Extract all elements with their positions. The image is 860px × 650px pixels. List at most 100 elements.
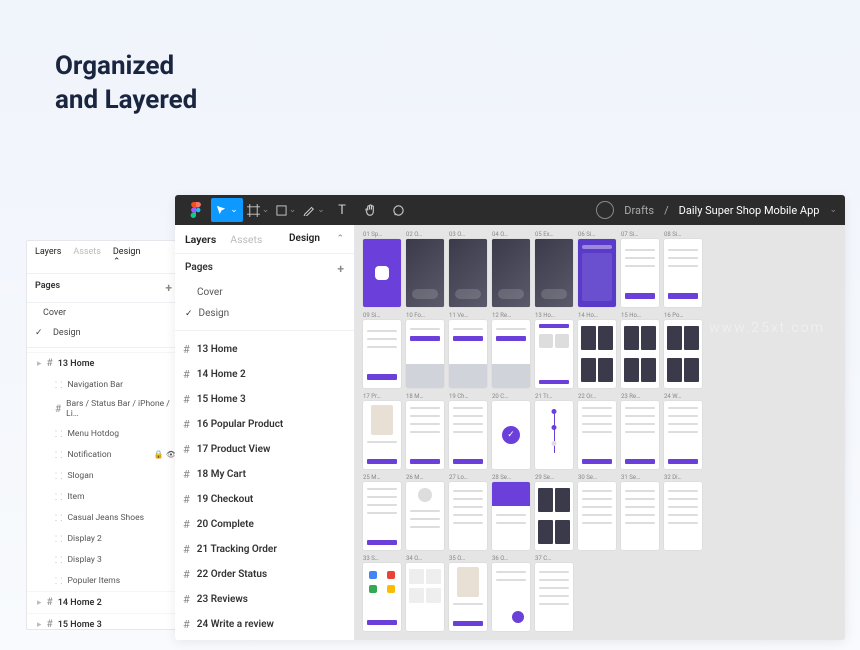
frame-item[interactable]: #16 Popular Product [175, 412, 354, 437]
artboard[interactable]: 22 Or… [578, 393, 616, 469]
artboard[interactable]: 07 Si… [621, 231, 659, 307]
chevron-down-icon[interactable]: ⌄ [829, 205, 837, 215]
tab-assets[interactable]: Assets [230, 233, 262, 246]
bg-sub-item[interactable]: ⸬Item [27, 486, 180, 507]
artboard[interactable]: 20 C… [492, 393, 530, 469]
artboard-label: 03 O… [449, 231, 487, 238]
figma-toolbar: ⌄ ⌄ ⌄ ⌄ T Drafts / Daily Super Shop Mobi… [175, 195, 845, 225]
tab-layers[interactable]: Layers [185, 233, 216, 246]
frame-icon: # [183, 518, 190, 531]
tab-design[interactable]: Design ⌃ [289, 233, 344, 246]
artboard[interactable]: 37 C… [535, 555, 573, 631]
artboard[interactable]: 13 Ho… [535, 312, 573, 388]
tab-assets[interactable]: Assets [73, 247, 101, 267]
artboard[interactable]: 01 Sp… [363, 231, 401, 307]
artboard[interactable]: 28 Se… [492, 474, 530, 550]
frame-item[interactable]: #19 Checkout [175, 487, 354, 512]
pages-label: Pages [35, 281, 60, 295]
artboard[interactable]: 11 Ve… [449, 312, 487, 388]
frame-item[interactable]: #24 Write a review [175, 612, 354, 637]
artboard[interactable]: 05 Ex… [535, 231, 573, 307]
frame-item[interactable]: #20 Complete [175, 512, 354, 537]
pen-tool-icon[interactable]: ⌄ [301, 198, 327, 222]
artboard-label: 07 Si… [621, 231, 659, 238]
shape-tool-icon[interactable]: ⌄ [273, 198, 299, 222]
bg-sub-notif[interactable]: ⸬Notification🔒 👁 [27, 444, 180, 465]
frame-item[interactable]: #22 Order Status [175, 562, 354, 587]
frame-item[interactable]: #25 Menu [175, 637, 354, 640]
figma-canvas[interactable]: 01 Sp…02 O… 03 O… 04 O…05 Ex…06 Si… 07 Si… 0… [355, 225, 845, 640]
artboard[interactable]: 18 M… [406, 393, 444, 469]
frame-item[interactable]: #23 Reviews [175, 587, 354, 612]
artboard[interactable]: 09 Si… [363, 312, 401, 388]
figma-logo-icon[interactable] [183, 198, 209, 222]
artboard[interactable]: 16 Po… [664, 312, 702, 388]
artboard-label: 17 Pr… [363, 393, 401, 400]
artboard[interactable]: 10 Fo… [406, 312, 444, 388]
page-cover[interactable]: Cover [175, 282, 354, 303]
tab-layers[interactable]: Layers [35, 247, 61, 267]
bg-frame-13[interactable]: ▸#13 Home [27, 352, 180, 374]
bg-sub-casual[interactable]: ⸬Casual Jeans Shoes [27, 507, 180, 528]
artboard[interactable]: 19 Ch… [449, 393, 487, 469]
frame-item[interactable]: #17 Product View [175, 437, 354, 462]
artboard[interactable]: 08 Si… [664, 231, 702, 307]
bg-sub-menu[interactable]: ⸬Menu Hotdog [27, 423, 180, 444]
breadcrumb-drafts[interactable]: Drafts [624, 204, 654, 217]
bg-page-design[interactable]: ✓ Design [27, 323, 180, 343]
artboard[interactable]: 32 Di… [664, 474, 702, 550]
artboard[interactable]: 02 O… [406, 231, 444, 307]
frame-label: 22 Order Status [197, 569, 267, 580]
heading-line-1: Organized [55, 51, 174, 81]
bg-sub-slogan[interactable]: ⸬Slogan [27, 465, 180, 486]
artboard[interactable]: 29 Se… [535, 474, 573, 550]
artboard-label: 18 M… [406, 393, 444, 400]
breadcrumb-file[interactable]: Daily Super Shop Mobile App [679, 204, 820, 217]
frame-item[interactable]: #18 My Cart [175, 462, 354, 487]
artboard[interactable]: 03 O… [449, 231, 487, 307]
bg-sub-nav[interactable]: ⸬Navigation Bar [27, 374, 180, 395]
artboard[interactable]: 06 Si… [578, 231, 616, 307]
bg-page-cover[interactable]: Cover [27, 303, 180, 323]
artboard[interactable]: 17 Pr… [363, 393, 401, 469]
artboard[interactable]: 33 S… [363, 555, 401, 631]
bg-frame-15[interactable]: ▸#15 Home 3 [27, 613, 180, 630]
artboard[interactable]: 25 M… [363, 474, 401, 550]
frame-item[interactable]: #15 Home 3 [175, 387, 354, 412]
artboard[interactable]: 14 Ho… [578, 312, 616, 388]
bg-frame-14[interactable]: ▸#14 Home 2 [27, 591, 180, 613]
artboard[interactable]: 35 O… [449, 555, 487, 631]
artboard[interactable]: 23 Re… [621, 393, 659, 469]
artboard[interactable]: 31 Se… [621, 474, 659, 550]
artboard[interactable]: 04 O… [492, 231, 530, 307]
tab-design[interactable]: Design ⌃ [113, 247, 160, 267]
frame-item[interactable]: #13 Home [175, 337, 354, 362]
add-page-icon[interactable]: + [165, 281, 172, 295]
artboard-label: 21 Tr… [535, 393, 573, 400]
frame-item[interactable]: #21 Tracking Order [175, 537, 354, 562]
bg-sub-bars[interactable]: #Bars / Status Bar / iPhone / Li… [27, 395, 180, 423]
move-tool-icon[interactable]: ⌄ [211, 198, 243, 222]
frame-icon: # [183, 443, 190, 456]
artboard[interactable]: 12 Re… [492, 312, 530, 388]
bg-sub-disp3[interactable]: ⸬Display 3 [27, 549, 180, 570]
bg-sub-disp2[interactable]: ⸬Display 2 [27, 528, 180, 549]
frame-tool-icon[interactable]: ⌄ [245, 198, 271, 222]
artboard[interactable]: 36 O… [492, 555, 530, 631]
page-design[interactable]: Design [175, 303, 354, 324]
add-page-icon[interactable]: + [337, 262, 344, 276]
user-avatar-icon[interactable] [596, 201, 614, 219]
frame-item[interactable]: #14 Home 2 [175, 362, 354, 387]
bg-sub-pop[interactable]: ⸬Populer Items [27, 570, 180, 591]
artboard[interactable]: 15 Ho… [621, 312, 659, 388]
artboard[interactable]: 26 M… [406, 474, 444, 550]
hand-tool-icon[interactable] [357, 198, 383, 222]
artboard[interactable]: 24 W… [664, 393, 702, 469]
comment-tool-icon[interactable] [385, 198, 411, 222]
artboard[interactable]: 30 Se… [578, 474, 616, 550]
frame-icon: # [183, 568, 190, 581]
artboard[interactable]: 34 O… [406, 555, 444, 631]
text-tool-icon[interactable]: T [329, 198, 355, 222]
artboard[interactable]: 27 Lo… [449, 474, 487, 550]
artboard[interactable]: 21 Tr… [535, 393, 573, 469]
